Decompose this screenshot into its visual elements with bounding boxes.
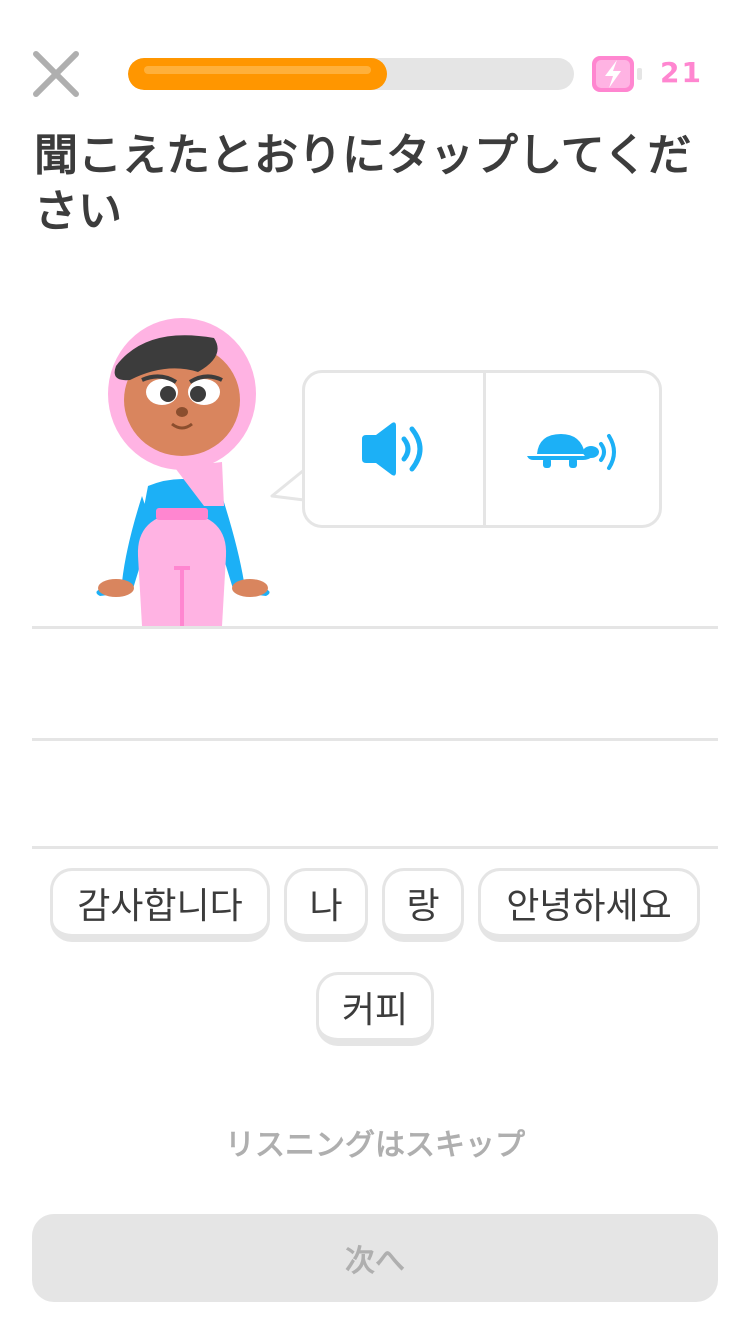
word-chip[interactable]: 커피 [316,972,434,1046]
progress-bar [128,58,574,90]
answer-line [32,738,718,741]
play-audio-button[interactable] [305,373,483,525]
speech-bubble [302,370,662,528]
word-chip[interactable]: 감사합니다 [50,868,270,942]
word-chip[interactable]: 랑 [382,868,464,942]
energy-count: 21 [660,56,703,89]
speaker-icon [362,422,423,476]
play-slow-audio-button[interactable] [486,373,659,525]
progress-fill [128,58,387,90]
close-button[interactable] [30,48,82,100]
answer-line [32,626,718,629]
turtle-icon [526,434,616,470]
next-button[interactable]: 次へ [32,1214,718,1302]
skip-listening-link[interactable]: リスニングはスキップ [0,1120,750,1164]
close-icon [33,51,79,97]
page-title: 聞こえたとおりにタップしてください [34,130,692,237]
character-illustration [86,316,278,628]
word-chip[interactable]: 안녕하세요 [478,868,700,942]
answer-line [32,846,718,849]
battery-lightning-icon [590,54,646,94]
progress-highlight [144,66,371,74]
word-chip[interactable]: 나 [284,868,368,942]
